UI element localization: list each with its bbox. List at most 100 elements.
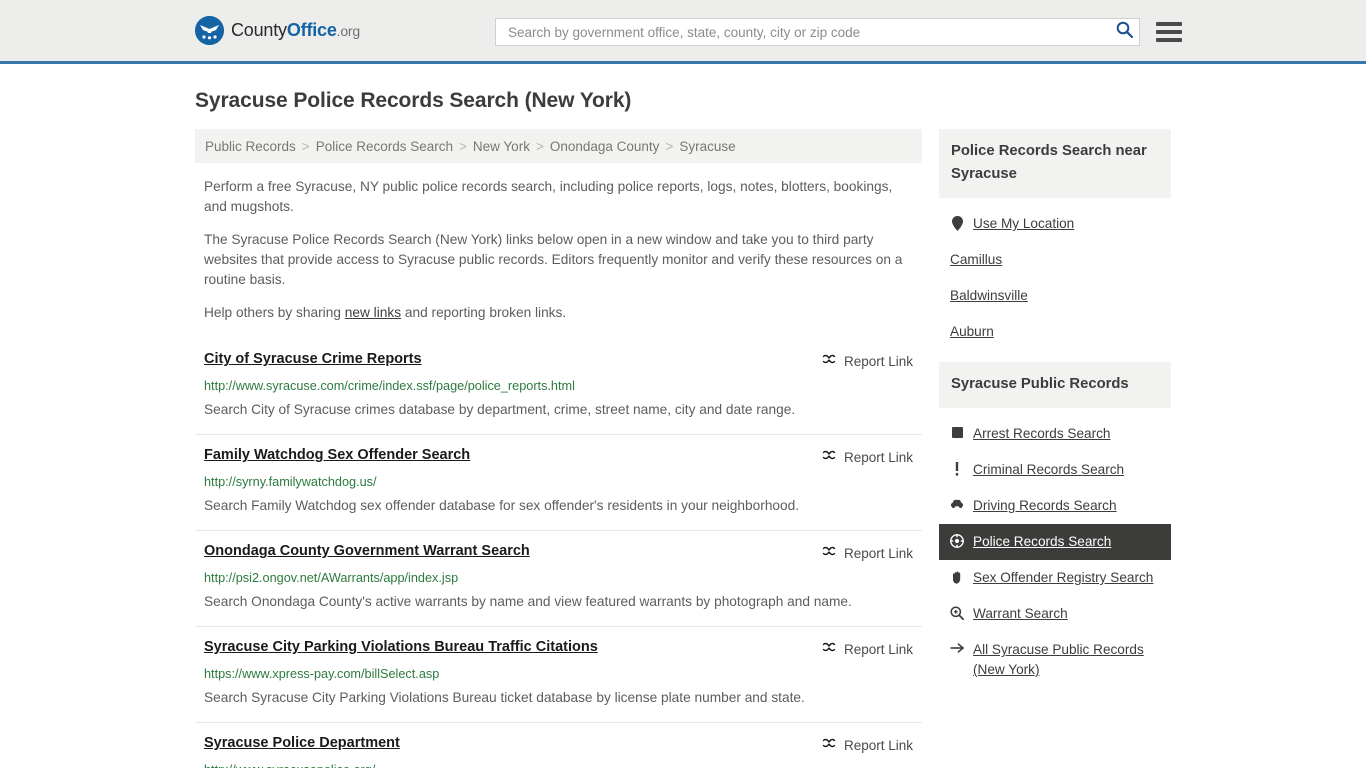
result-title-link[interactable]: Syracuse City Parking Violations Bureau … bbox=[204, 638, 598, 657]
broken-link-icon bbox=[821, 735, 837, 756]
sidebar-public-records-list: Arrest Records Search Criminal Records S… bbox=[939, 408, 1171, 692]
sidebar-item-all-syracuse-public-records[interactable]: All Syracuse Public Records (New York) bbox=[939, 632, 1171, 688]
result-title-link[interactable]: Syracuse Police Department bbox=[204, 734, 400, 753]
result-url[interactable]: http://syrny.familywatchdog.us/ bbox=[204, 474, 913, 490]
car-icon bbox=[950, 496, 964, 509]
report-link-button[interactable]: Report Link bbox=[821, 638, 913, 660]
result-item: Syracuse City Parking Violations Bureau … bbox=[195, 626, 922, 722]
results-list: City of Syracuse Crime Reports Report Li… bbox=[195, 339, 922, 768]
breadcrumb: Public Records > Police Records Search >… bbox=[195, 129, 922, 163]
result-description: Search Family Watchdog sex offender data… bbox=[204, 498, 800, 513]
sidebar-item-label: Camillus bbox=[950, 252, 1003, 267]
new-links-link[interactable]: new links bbox=[345, 305, 401, 320]
breadcrumb-item-new-york[interactable]: New York bbox=[473, 139, 530, 154]
sidebar-item-label: Auburn bbox=[950, 324, 994, 339]
logo-text-office: Office bbox=[286, 20, 337, 40]
logo-text-org: .org bbox=[336, 23, 361, 39]
result-title-link[interactable]: Family Watchdog Sex Offender Search bbox=[204, 446, 470, 465]
hamburger-bar bbox=[1156, 38, 1182, 42]
result-description: Search Syracuse City Parking Violations … bbox=[204, 690, 805, 705]
header-search-area bbox=[495, 18, 1182, 46]
sidebar-item-criminal-records-search[interactable]: Criminal Records Search bbox=[939, 452, 1171, 488]
page-title: Syracuse Police Records Search (New York… bbox=[195, 89, 632, 112]
sidebar-item-camillus[interactable]: Camillus bbox=[939, 242, 1171, 278]
intro-text-after-link: and reporting broken links. bbox=[401, 305, 567, 320]
broken-link-icon bbox=[821, 639, 837, 660]
result-title-link[interactable]: City of Syracuse Crime Reports bbox=[204, 350, 422, 369]
content-columns: Public Records > Police Records Search >… bbox=[195, 129, 1171, 768]
result-url[interactable]: https://www.xpress-pay.com/billSelect.as… bbox=[204, 666, 913, 682]
sidebar-item-sex-offender-registry-search[interactable]: Sex Offender Registry Search bbox=[939, 560, 1171, 596]
breadcrumb-item-police-records-search[interactable]: Police Records Search bbox=[316, 139, 453, 154]
result-description: Search City of Syracuse crimes database … bbox=[204, 402, 796, 417]
sidebar-item-arrest-records-search[interactable]: Arrest Records Search bbox=[939, 416, 1171, 452]
result-header: Syracuse Police Department Report Link bbox=[204, 734, 913, 756]
sidebar-item-label: Criminal Records Search bbox=[973, 462, 1125, 477]
sidebar-item-label: Baldwinsville bbox=[950, 288, 1028, 303]
map-pin-icon bbox=[950, 214, 964, 231]
search-box[interactable] bbox=[495, 18, 1140, 46]
logo-wordmark: CountyOffice.org bbox=[231, 20, 360, 41]
breadcrumb-item-syracuse[interactable]: Syracuse bbox=[679, 139, 735, 154]
magnifier-plus-icon bbox=[950, 604, 964, 620]
breadcrumb-item-public-records[interactable]: Public Records bbox=[205, 139, 296, 154]
breadcrumb-separator: > bbox=[665, 138, 674, 154]
result-header: Syracuse City Parking Violations Bureau … bbox=[204, 638, 913, 660]
breadcrumb-separator: > bbox=[301, 138, 310, 154]
report-link-button[interactable]: Report Link bbox=[821, 734, 913, 756]
logo-text-county: County bbox=[231, 20, 287, 40]
search-icon[interactable] bbox=[1116, 21, 1134, 43]
page-container: Syracuse Police Records Search (New York… bbox=[0, 89, 1366, 768]
broken-link-icon bbox=[821, 351, 837, 372]
breadcrumb-separator: > bbox=[535, 138, 544, 154]
sidebar-item-label: Warrant Search bbox=[973, 606, 1068, 621]
exclamation-icon bbox=[950, 460, 964, 476]
result-item: Onondaga County Government Warrant Searc… bbox=[195, 530, 922, 626]
fingerprint-icon bbox=[950, 424, 964, 439]
report-link-label: Report Link bbox=[843, 642, 913, 657]
result-header: Onondaga County Government Warrant Searc… bbox=[204, 542, 913, 564]
result-url[interactable]: http://www.syracuse.com/crime/index.ssf/… bbox=[204, 378, 913, 394]
intro-text-before-link: Help others by sharing bbox=[204, 305, 345, 320]
sidebar-public-records-box: Syracuse Public Records Arrest Records S… bbox=[939, 362, 1171, 692]
hand-icon bbox=[950, 568, 964, 584]
report-link-label: Report Link bbox=[843, 546, 913, 561]
sidebar-nearby-heading: Police Records Search near Syracuse bbox=[939, 129, 1171, 198]
arrow-right-icon bbox=[950, 640, 964, 654]
sidebar-item-label: All Syracuse Public Records (New York) bbox=[973, 642, 1144, 677]
site-logo[interactable]: CountyOffice.org bbox=[195, 16, 360, 45]
result-item: Syracuse Police Department Report Link bbox=[195, 722, 922, 768]
sidebar-item-driving-records-search[interactable]: Driving Records Search bbox=[939, 488, 1171, 524]
police-badge-icon bbox=[950, 532, 964, 548]
intro-paragraph-2: The Syracuse Police Records Search (New … bbox=[204, 232, 903, 287]
result-title-link[interactable]: Onondaga County Government Warrant Searc… bbox=[204, 542, 530, 561]
sidebar-item-police-records-search[interactable]: Police Records Search bbox=[939, 524, 1171, 560]
report-link-button[interactable]: Report Link bbox=[821, 542, 913, 564]
hamburger-menu-icon[interactable] bbox=[1156, 22, 1182, 42]
eagle-seal-icon bbox=[195, 16, 224, 45]
intro-paragraph-1: Perform a free Syracuse, NY public polic… bbox=[204, 179, 893, 214]
sidebar-item-use-my-location[interactable]: Use My Location bbox=[939, 206, 1171, 242]
result-url[interactable]: http://psi2.ongov.net/AWarrants/app/inde… bbox=[204, 570, 913, 586]
report-link-label: Report Link bbox=[843, 450, 913, 465]
sidebar-item-warrant-search[interactable]: Warrant Search bbox=[939, 596, 1171, 632]
result-header: City of Syracuse Crime Reports Report Li… bbox=[204, 350, 913, 372]
result-url[interactable]: http://www.syracusepolice.org/ bbox=[204, 762, 913, 768]
report-link-button[interactable]: Report Link bbox=[821, 446, 913, 468]
sidebar-item-baldwinsville[interactable]: Baldwinsville bbox=[939, 278, 1171, 314]
breadcrumb-separator: > bbox=[459, 138, 467, 154]
intro-paragraph-3: Help others by sharing new links and rep… bbox=[195, 303, 922, 323]
sidebar-nearby-box: Police Records Search near Syracuse Use … bbox=[939, 129, 1171, 354]
sidebar-item-label: Police Records Search bbox=[973, 534, 1112, 549]
sidebar: Police Records Search near Syracuse Use … bbox=[939, 129, 1171, 700]
sidebar-public-records-heading: Syracuse Public Records bbox=[939, 362, 1171, 408]
report-link-label: Report Link bbox=[843, 354, 913, 369]
search-input[interactable] bbox=[506, 23, 1112, 41]
site-header: CountyOffice.org bbox=[0, 0, 1366, 64]
result-item: City of Syracuse Crime Reports Report Li… bbox=[195, 339, 922, 434]
report-link-button[interactable]: Report Link bbox=[821, 350, 913, 372]
sidebar-item-auburn[interactable]: Auburn bbox=[939, 314, 1171, 350]
broken-link-icon bbox=[821, 543, 837, 564]
breadcrumb-item-onondaga-county[interactable]: Onondaga County bbox=[550, 139, 660, 154]
report-link-label: Report Link bbox=[843, 738, 913, 753]
